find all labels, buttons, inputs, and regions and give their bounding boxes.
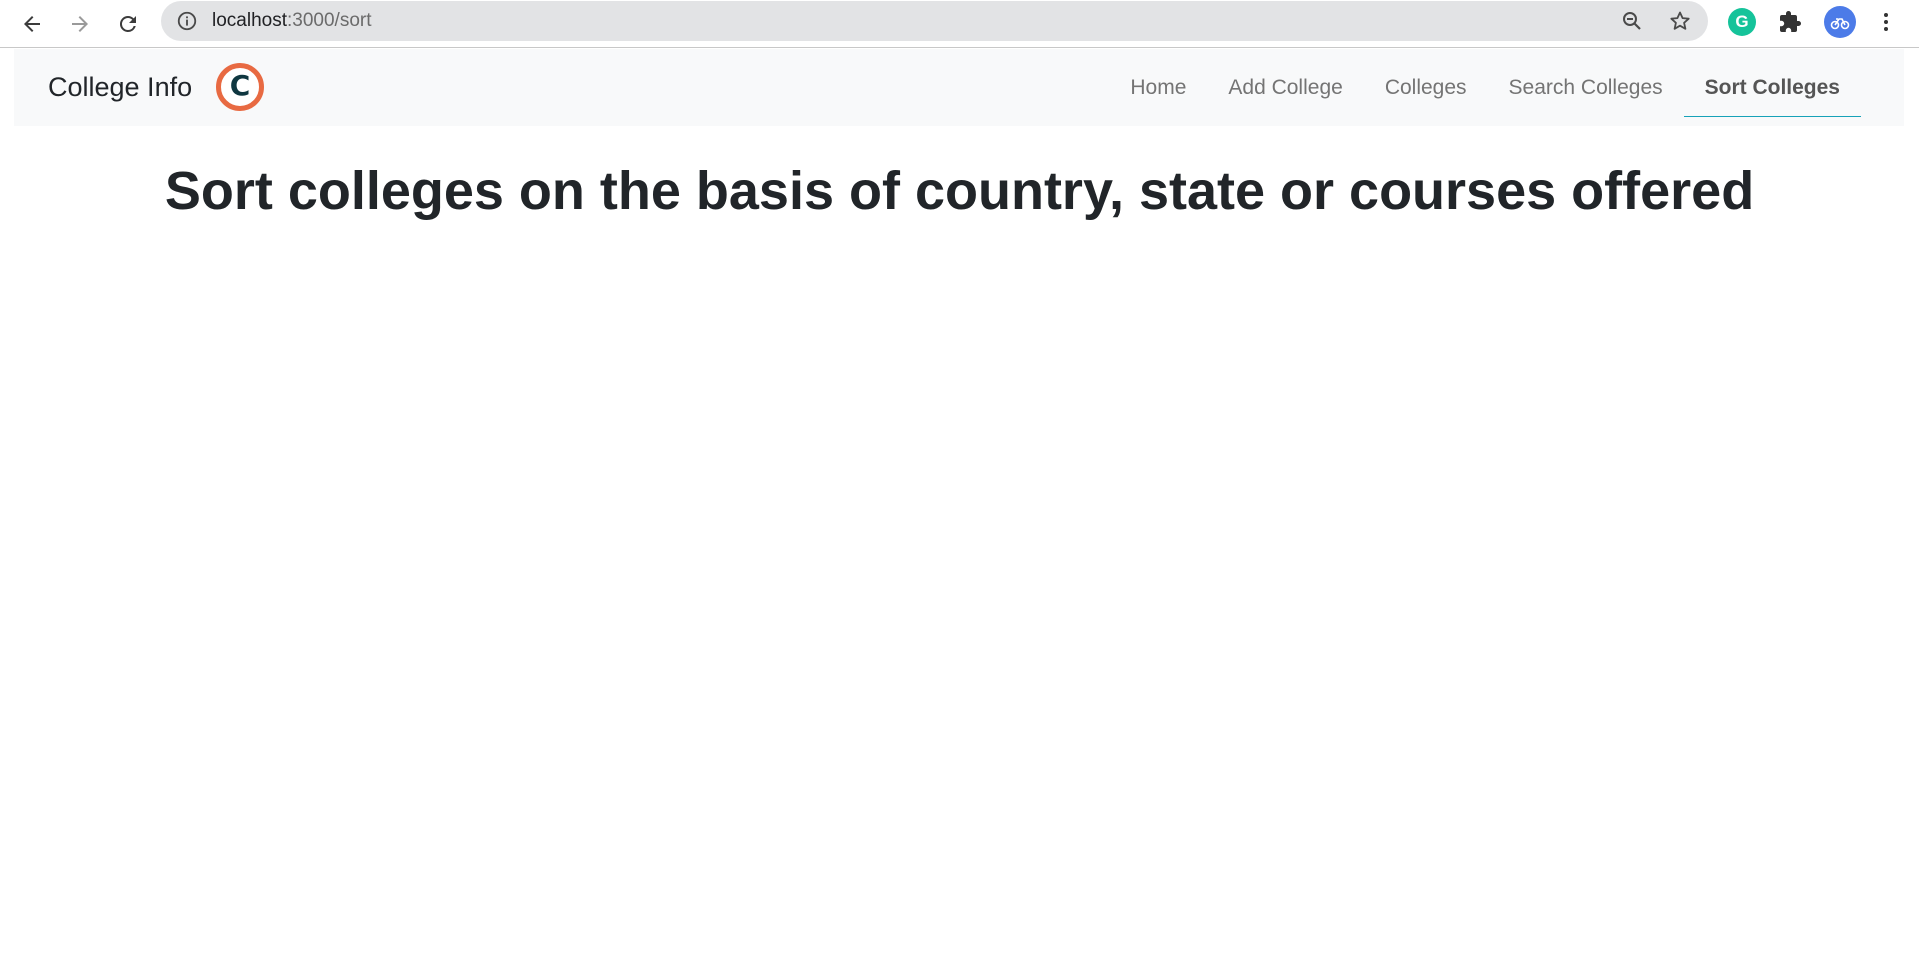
back-button[interactable] — [14, 6, 50, 42]
page-title: Sort colleges on the basis of country, s… — [164, 161, 1755, 221]
grammarly-icon[interactable]: G — [1728, 8, 1756, 36]
nav-link-search-colleges[interactable]: Search Colleges — [1488, 59, 1684, 117]
kebab-menu-icon — [1884, 13, 1888, 31]
zoom-out-icon[interactable] — [1620, 9, 1644, 33]
browser-menu-button[interactable] — [1872, 8, 1900, 36]
arrow-right-icon — [72, 16, 88, 32]
address-bar[interactable]: localhost:3000/sort — [161, 1, 1708, 41]
nav-link-add-college[interactable]: Add College — [1207, 59, 1363, 117]
nav-link-sort-colleges[interactable]: Sort Colleges — [1683, 59, 1861, 117]
reload-button[interactable] — [110, 6, 146, 42]
nav-link-colleges[interactable]: Colleges — [1364, 59, 1488, 117]
brand-name[interactable]: College Info — [48, 49, 192, 126]
logo-letter: C — [229, 69, 251, 102]
brand-logo[interactable]: C — [216, 63, 264, 111]
extensions-button[interactable] — [1776, 8, 1804, 36]
address-url[interactable]: localhost:3000/sort — [212, 1, 372, 41]
info-icon[interactable] — [176, 10, 198, 32]
url-host: localhost — [212, 10, 287, 31]
grammarly-letter: G — [1735, 12, 1749, 31]
forward-button[interactable] — [62, 6, 98, 42]
url-path: :3000/sort — [287, 10, 372, 31]
arrow-left-icon — [24, 16, 40, 32]
browser-toolbar: localhost:3000/sort G — [0, 0, 1919, 48]
avatar-icon — [1830, 18, 1850, 30]
app-navbar: College Info C Home Add College Colleges… — [14, 49, 1904, 126]
profile-avatar[interactable] — [1824, 6, 1856, 38]
nav-links: Home Add College Colleges Search College… — [1109, 49, 1861, 126]
reload-icon — [119, 15, 136, 32]
puzzle-icon — [1780, 11, 1801, 32]
star-icon[interactable] — [1668, 9, 1692, 33]
nav-link-home[interactable]: Home — [1109, 59, 1207, 117]
